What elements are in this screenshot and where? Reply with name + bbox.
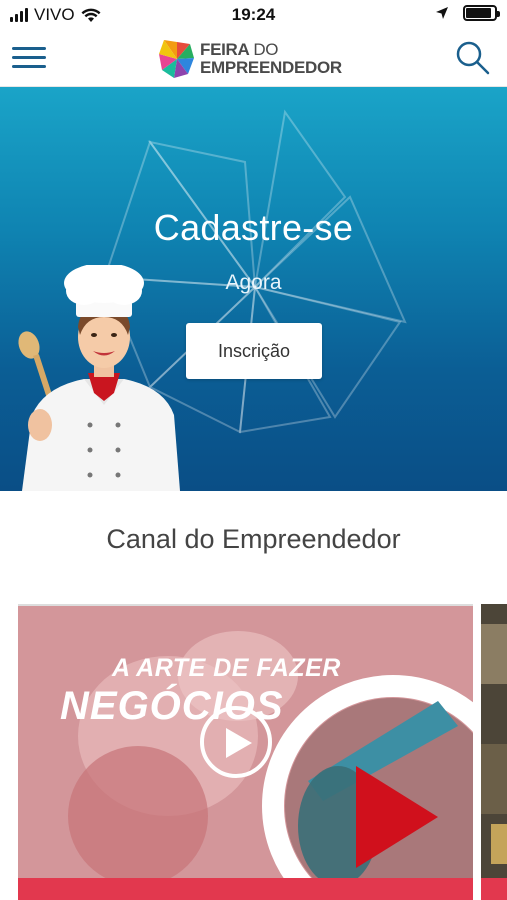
status-time: 19:24 bbox=[231, 5, 276, 24]
search-icon bbox=[456, 41, 490, 75]
chef-illustration bbox=[18, 265, 180, 491]
hero-banner: Cadastre-se Agora Inscrição bbox=[0, 87, 507, 491]
video-headline-line1: A ARTE DE FAZER bbox=[112, 654, 341, 682]
location-arrow-icon bbox=[436, 7, 448, 19]
video-card-next-footer bbox=[481, 878, 507, 900]
logo-word-empreendedor: EMPREENDEDOR bbox=[200, 58, 342, 77]
app-header: FEIRA DO EMPREENDEDOR bbox=[0, 30, 507, 87]
video-card[interactable]: A ARTE DE FAZER NEGÓCIOS bbox=[18, 604, 473, 900]
video-card-next[interactable] bbox=[481, 604, 507, 900]
search-button[interactable] bbox=[455, 40, 491, 76]
logo-word-feira: FEIRA bbox=[200, 40, 249, 59]
video-thumbnail-next bbox=[481, 604, 507, 900]
play-button[interactable] bbox=[200, 706, 272, 778]
play-icon bbox=[226, 728, 252, 758]
section-title-canal: Canal do Empreendedor bbox=[106, 524, 401, 554]
hero-title: Cadastre-se bbox=[153, 207, 354, 248]
hamburger-menu-icon[interactable] bbox=[12, 44, 48, 72]
status-right bbox=[435, 5, 500, 21]
battery-icon bbox=[463, 5, 500, 21]
feira-do-empreendedor-logo[interactable]: FEIRA DO EMPREENDEDOR bbox=[158, 36, 342, 82]
logo-text: FEIRA DO EMPREENDEDOR bbox=[200, 41, 342, 77]
video-card-footer bbox=[18, 878, 473, 900]
logo-word-do: DO bbox=[253, 40, 279, 59]
pinwheel-logo-icon bbox=[159, 40, 194, 78]
status-bar: VIVO 19:24 bbox=[0, 0, 507, 30]
inscricao-button[interactable]: Inscrição bbox=[186, 323, 322, 379]
